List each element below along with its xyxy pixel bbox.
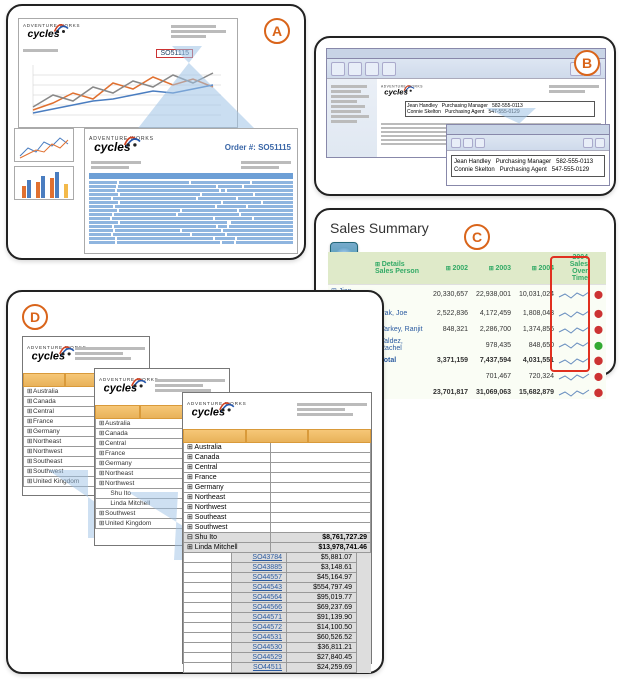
mini-line-chart [14,128,74,162]
sparkline-cell [557,336,591,354]
region-row[interactable]: ⊞ Southwest [183,523,371,533]
order-row[interactable]: SO44557$45,164.97 [183,573,371,583]
region-row[interactable]: ⊞ Canada [183,453,371,463]
region-row[interactable]: ⊞ Northwest [183,503,371,513]
order-row[interactable]: SO44564$95,019.77 [183,593,371,603]
sidebar [327,79,377,157]
order-row[interactable]: SO44530$36,811.21 [183,643,371,653]
kpi-cylinder-icon: ⬤ [591,367,606,386]
order-row[interactable]: SO44543$554,797.49 [183,583,371,593]
person-row[interactable]: ⊞ Linda Mitchell$13,978,741.46 [183,543,371,553]
region-row[interactable]: ⊞ Northeast [183,493,371,503]
y3-cell: 720,324 [514,367,557,386]
refresh-icon[interactable] [475,138,485,148]
toolbar-button[interactable] [348,62,362,76]
report-a-back: ADVENTURE WORKS cycles SO51115 [18,18,238,128]
toolbar-button[interactable] [382,62,396,76]
window-titlebar [447,125,609,135]
mini-charts [14,128,78,208]
logo: ADVENTURE WORKS cycles [99,375,161,395]
y2-cell: 31,069,063 [471,386,514,399]
y1-cell: 20,330,657 [428,285,471,305]
y1-cell: 23,701,817 [428,386,471,399]
y3-cell: 4,031,551 [514,354,557,367]
region-row[interactable]: ⊞ France [183,473,371,483]
y2-cell: 7,437,594 [471,354,514,367]
order-row[interactable]: SO44572$14,100.50 [183,623,371,633]
badge-c: C [464,224,490,250]
order-number-label: Order #: SO51115 [225,143,291,152]
badge-b: B [574,50,600,76]
order-row[interactable]: SO43885$3,148.61 [183,563,371,573]
kpi-cylinder-icon: ⬤ [591,336,606,354]
order-row[interactable]: SO44531$60,526.52 [183,633,371,643]
panel-d: D ADVENTURE WORKS cycles ⊞Australia⊞Cana… [6,290,384,674]
y3-cell: 15,682,879 [514,386,557,399]
kpi-cylinder-icon: ⬤ [591,285,606,305]
report-a-front: ADVENTURE WORKS cycles Order #: SO51115 … [84,128,298,254]
y2-cell: 2,286,700 [471,323,514,336]
y2-cell: 978,435 [471,336,514,354]
y1-cell [428,336,471,354]
y2-cell: 22,938,001 [471,285,514,305]
panel-title: Sales Summary [330,220,429,236]
y3-cell: 10,031,024 [514,285,557,305]
contact-box-large: Jean Handley Purchasing Manager 582-555-… [451,155,605,177]
order-row[interactable]: SO44571$91,139.90 [183,613,371,623]
y1-cell: 2,522,836 [428,304,471,323]
region-row[interactable]: ⊞ Germany [183,483,371,493]
export-icon[interactable] [595,138,605,148]
nav-back-icon[interactable] [451,138,461,148]
sparkline-cell [557,386,591,399]
panel-b: B ADVENTURE WORKS cycles [314,36,616,196]
region-row[interactable]: ⊞ Australia [183,443,371,453]
y3-cell: 1,374,856 [514,323,557,336]
logo: ADVENTURE WORKS cycles [23,21,83,41]
kpi-cylinder-icon: ⬤ [591,323,606,336]
badge-d: D [22,304,48,330]
y1-cell [428,367,471,386]
logo: ADVENTURE WORKS cycles [381,83,425,97]
sparkline-cell [557,323,591,336]
person-row[interactable]: ⊟ Shu Ito$8,761,727.29 [183,533,371,543]
order-row[interactable]: SO43784$5,881.07 [183,553,371,563]
toolbar [327,59,605,79]
logo: ADVENTURE WORKS cycles [89,133,157,155]
toolbar-button[interactable] [365,62,379,76]
contact-box-small: Jean Handley Purchasing Manager 582-555-… [405,101,595,117]
drill-doc-3: ADVENTURE WORKS cycles ⊞ Australia⊞ Cana… [182,392,372,664]
toolbar [447,135,609,151]
y1-cell: 848,321 [428,323,471,336]
y3-cell: 848,650 [514,336,557,354]
y2-cell: 4,172,459 [471,304,514,323]
order-lines-table: /*rows generated below*/ [89,181,293,245]
crm-window-front: Jean Handley Purchasing Manager 582-555-… [446,124,610,186]
region-row[interactable]: ⊞ Central [183,463,371,473]
mini-bar-chart [14,166,74,200]
window-titlebar [327,49,605,59]
order-row[interactable]: SO44566$69,237.69 [183,603,371,613]
sparkline-cell [557,285,591,305]
kpi-cylinder-icon: ⬤ [591,354,606,367]
line-chart-icon [23,65,223,121]
region-row[interactable]: ⊞ Southeast [183,513,371,523]
y2-cell: 701,467 [471,367,514,386]
nav-forward-icon[interactable] [463,138,473,148]
sparkline-cell [557,304,591,323]
logo: ADVENTURE WORKS cycles [187,399,249,419]
y1-cell: 3,371,159 [428,354,471,367]
print-icon[interactable] [583,138,593,148]
panel-a: A ADVENTURE WORKS cycles SO51115 [6,4,306,260]
sparkline-cell [557,354,591,367]
kpi-cylinder-icon: ⬤ [591,386,606,399]
so-highlight[interactable]: SO51115 [156,49,193,58]
order-row[interactable]: SO44529$27,840.45 [183,653,371,663]
kpi-cylinder-icon: ⬤ [591,304,606,323]
y3-cell: 1,808,043 [514,304,557,323]
order-row[interactable]: SO44511$24,259.69 [183,663,371,673]
sparkline-cell [557,367,591,386]
badge-a: A [264,18,290,44]
toolbar-button[interactable] [331,62,345,76]
logo-swoosh-icon [53,20,73,35]
